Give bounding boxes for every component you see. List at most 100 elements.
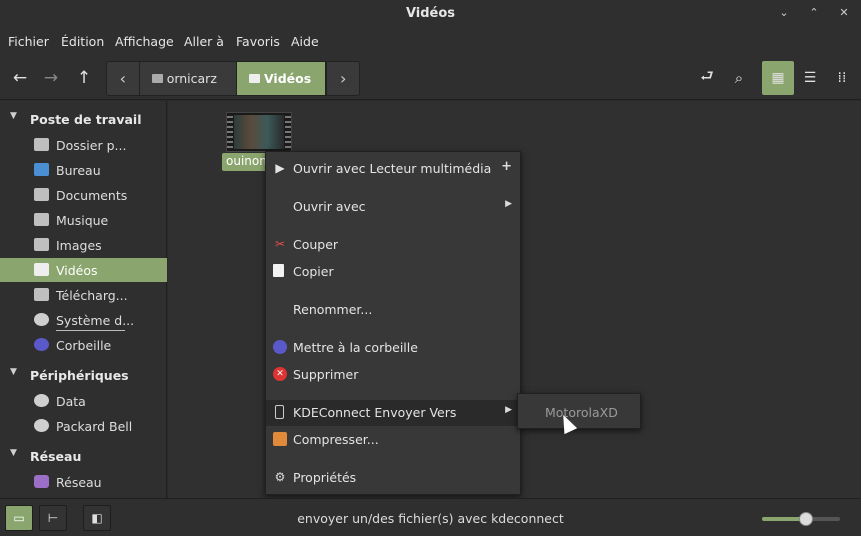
menu-item-kdeconnect[interactable]: KDEConnect Envoyer Vers ▶ [266, 400, 520, 426]
maximize-icon[interactable]: ⌃ [806, 5, 822, 21]
section-label: Réseau [30, 449, 82, 464]
submenu-arrow-icon: ▶ [505, 405, 512, 415]
sidebar-item-images[interactable]: Images [0, 233, 167, 257]
breadcrumb-item-videos[interactable]: Vidéos [235, 62, 327, 95]
expand-triangle-icon: ▼ [10, 367, 17, 377]
sidebar-item-label: Télécharg... [56, 288, 128, 303]
menu-item-rename[interactable]: Renommer... [266, 297, 520, 323]
music-folder-icon [34, 213, 49, 226]
plus-icon: + [501, 159, 512, 174]
title-bar: Vidéos ⌄ ⌃ ✕ [0, 0, 861, 28]
menu-item-label: Copier [293, 264, 334, 279]
sidebar-item-systeme[interactable]: Système d... [0, 308, 167, 332]
home-folder-icon [151, 74, 163, 83]
sidebar-item-bureau[interactable]: Bureau [0, 158, 167, 182]
menu-item-delete[interactable]: ✕ Supprimer [266, 362, 520, 388]
disk-icon [34, 394, 49, 407]
forward-arrow-icon[interactable]: → [36, 62, 66, 94]
search-icon[interactable]: ⌕ [724, 62, 754, 94]
disk-icon [34, 313, 49, 326]
menu-item-label: Couper [293, 237, 339, 252]
toggle-location-icon[interactable]: ⮐ [692, 62, 722, 94]
menu-item-label: Ouvrir avec [293, 199, 366, 214]
status-bar: ▭ ⊢ ◧ envoyer un/des fichier(s) avec kde… [0, 498, 861, 536]
menu-item-compress[interactable]: Compresser... [266, 427, 520, 453]
sidebar-section-poste[interactable]: ▼ Poste de travail [0, 108, 167, 130]
list-icon: ☰ [803, 70, 817, 86]
phone-icon [275, 405, 284, 419]
gear-icon: ⚙ [274, 470, 286, 484]
menu-item-trash[interactable]: Mettre à la corbeille [266, 335, 520, 361]
compact-view-button[interactable]: ⁞⁞ [826, 61, 858, 95]
network-icon [34, 475, 49, 488]
menu-item-label: Compresser... [293, 432, 379, 447]
sidebar-item-musique[interactable]: Musique [0, 208, 167, 232]
sidebar-item-telechargements[interactable]: Télécharg... [0, 283, 167, 307]
menu-aller[interactable]: Aller à [184, 34, 224, 49]
breadcrumb-left-icon[interactable]: ‹ [107, 62, 140, 95]
sidebar-item-documents[interactable]: Documents [0, 183, 167, 207]
sidebar-item-label: Vidéos [56, 263, 98, 278]
minimize-icon[interactable]: ⌄ [776, 5, 792, 21]
sidebar-item-corbeille[interactable]: Corbeille [0, 333, 167, 357]
sidebar-item-data[interactable]: Data [0, 389, 167, 413]
breadcrumb: ‹ ornicarz Vidéos › [106, 61, 360, 96]
zoom-slider[interactable] [762, 512, 840, 526]
context-menu: ▶ Ouvrir avec Lecteur multimédia + Ouvri… [265, 151, 521, 495]
menu-item-open-with[interactable]: Ouvrir avec ▶ [266, 194, 520, 220]
menu-item-label: Renommer... [293, 302, 373, 317]
sidebar-item-label: Corbeille [56, 338, 112, 353]
menu-affichage[interactable]: Affichage [115, 34, 174, 49]
menu-favoris[interactable]: Favoris [236, 34, 280, 49]
scissors-icon: ✂ [274, 237, 286, 251]
list-view-button[interactable]: ☰ [794, 61, 826, 95]
desktop-icon [34, 163, 49, 176]
menu-item-label: Propriétés [293, 470, 357, 485]
breadcrumb-label: ornicarz [166, 71, 217, 86]
sidebar-section-reseau[interactable]: ▼ Réseau [0, 445, 167, 467]
menu-item-copy[interactable]: Copier [266, 259, 520, 285]
menu-item-properties[interactable]: ⚙ Propriétés [266, 465, 520, 491]
menu-item-label: KDEConnect Envoyer Vers [293, 405, 457, 420]
sidebar-item-packard-bell[interactable]: Packard Bell [0, 414, 167, 438]
compact-grid-icon: ⁞⁞ [837, 70, 847, 86]
menu-item-label: Mettre à la corbeille [293, 340, 418, 355]
toolbar: ← → ↑ ‹ ornicarz Vidéos › ⮐ ⌕ ▦ ☰ ⁞⁞ [0, 56, 861, 100]
window-title: Vidéos [405, 6, 456, 21]
disk-icon [34, 419, 49, 432]
menu-bar: Fichier Édition Affichage Aller à Favori… [0, 28, 861, 56]
menu-edition[interactable]: Édition [61, 34, 104, 49]
sidebar-section-peripheriques[interactable]: ▼ Périphériques [0, 364, 167, 386]
section-label: Périphériques [30, 368, 129, 383]
sidebar-item-home[interactable]: Dossier p... [0, 133, 167, 157]
breadcrumb-item-home[interactable]: ornicarz [140, 62, 236, 95]
status-text: envoyer un/des fichier(s) avec kdeconnec… [297, 511, 564, 526]
sidebar-item-label: Documents [56, 188, 128, 203]
sidebar-item-videos[interactable]: Vidéos [0, 258, 167, 282]
expand-triangle-icon: ▼ [10, 448, 17, 458]
up-arrow-icon[interactable]: ↑ [69, 62, 99, 94]
grid-icon: ▦ [771, 70, 785, 86]
menu-aide[interactable]: Aide [291, 34, 319, 49]
expand-triangle-icon: ▼ [10, 111, 17, 121]
menu-item-label: Ouvrir avec Lecteur multimédia [293, 161, 492, 176]
menu-item-cut[interactable]: ✂ Couper [266, 232, 520, 258]
sidebar-item-label: Data [56, 394, 86, 409]
menu-fichier[interactable]: Fichier [8, 34, 49, 49]
usage-bar [56, 330, 125, 331]
icon-view-button[interactable]: ▦ [762, 61, 794, 95]
breadcrumb-label: Vidéos [263, 71, 312, 86]
film-strip-icon [227, 113, 233, 151]
archive-icon [273, 432, 287, 446]
breadcrumb-right-icon[interactable]: › [326, 62, 359, 95]
sidebar-item-network[interactable]: Réseau [0, 470, 167, 494]
thumbnail-image [234, 115, 284, 149]
back-arrow-icon[interactable]: ← [5, 62, 35, 94]
video-thumbnail[interactable] [226, 112, 292, 152]
sidebar-item-label: Réseau [56, 475, 102, 490]
close-icon[interactable]: ✕ [836, 5, 852, 21]
home-folder-icon [34, 138, 49, 151]
menu-item-open-with-player[interactable]: ▶ Ouvrir avec Lecteur multimédia + [266, 156, 520, 182]
film-strip-icon [285, 113, 291, 151]
media-player-icon: ▶ [275, 161, 285, 175]
